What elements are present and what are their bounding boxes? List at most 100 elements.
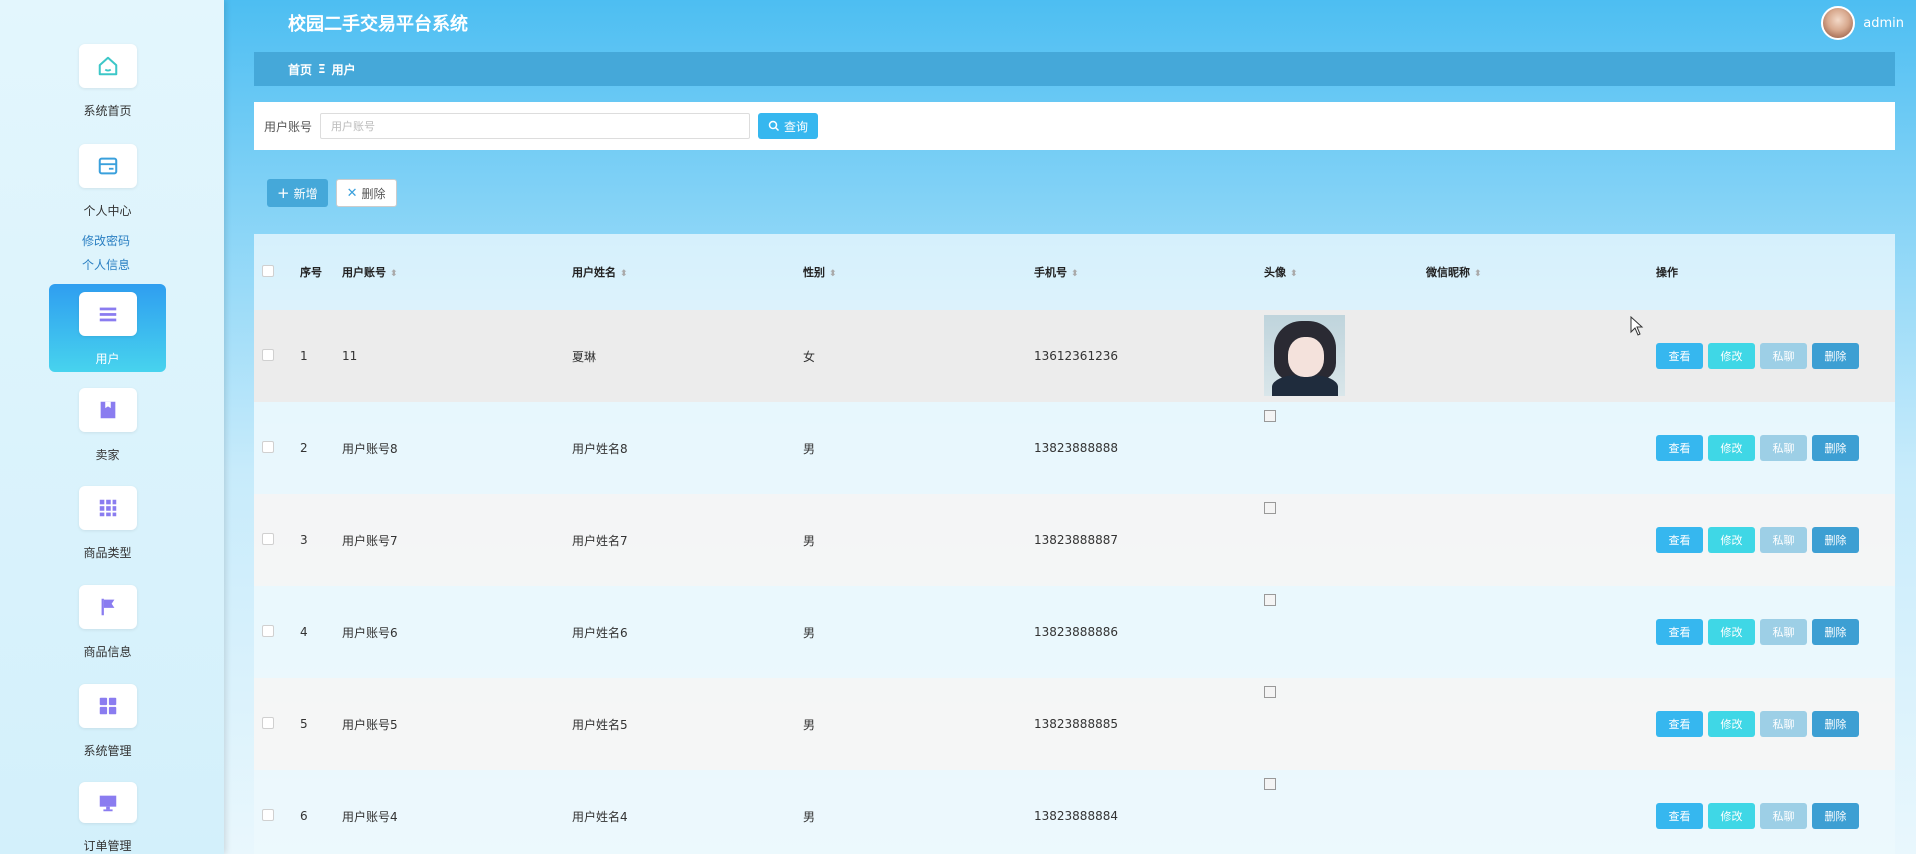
chat-button[interactable]: 私聊 xyxy=(1760,343,1807,369)
chat-button[interactable]: 私聊 xyxy=(1760,527,1807,553)
chat-button[interactable]: 私聊 xyxy=(1760,711,1807,737)
list-icon xyxy=(78,292,137,336)
delete-button[interactable]: 删除 xyxy=(1812,343,1859,369)
close-icon: ✕ xyxy=(346,185,358,201)
app-title: 校园二手交易平台系统 xyxy=(288,14,468,35)
delete-button[interactable]: 删除 xyxy=(1812,527,1859,553)
row-index: 2 xyxy=(300,441,308,455)
edit-button[interactable]: 修改 xyxy=(1708,343,1755,369)
sort-icon: ⬍ xyxy=(620,269,628,279)
delete-button[interactable]: 删除 xyxy=(1812,435,1859,461)
row-account: 11 xyxy=(342,349,358,363)
search-button[interactable]: 查询 xyxy=(758,113,819,139)
add-button[interactable]: + 新增 xyxy=(267,179,328,207)
chat-button[interactable]: 私聊 xyxy=(1760,803,1807,829)
edit-button[interactable]: 修改 xyxy=(1708,619,1755,645)
delete-button[interactable]: 删除 xyxy=(1812,619,1859,645)
search-button-label: 查询 xyxy=(784,119,809,134)
row-phone: 13823888887 xyxy=(1034,533,1118,547)
row-actions: 查看 修改 私聊 删除 xyxy=(1656,435,1859,461)
row-checkbox[interactable] xyxy=(262,348,274,364)
sidebar-item-seller[interactable]: 卖家 xyxy=(49,380,166,470)
user-avatar-image xyxy=(1264,315,1345,396)
row-actions: 查看 修改 私聊 删除 xyxy=(1656,527,1859,553)
column-header-avatar[interactable]: 头像 ⬍ xyxy=(1264,264,1298,280)
row-checkbox[interactable] xyxy=(262,532,274,548)
table-row: 4 用户账号6 用户姓名6 男 13823888886 查看 修改 私聊 删除 xyxy=(254,586,1895,678)
view-button[interactable]: 查看 xyxy=(1656,343,1703,369)
broken-image-icon xyxy=(1264,686,1276,698)
row-gender: 男 xyxy=(803,441,816,456)
table-row: 3 用户账号7 用户姓名7 男 13823888887 查看 修改 私聊 删除 xyxy=(254,494,1895,586)
column-header-phone[interactable]: 手机号 ⬍ xyxy=(1034,264,1079,280)
sidebar-item-label: 系统首页 xyxy=(83,104,132,118)
row-account: 用户账号5 xyxy=(342,717,398,732)
row-gender: 男 xyxy=(803,625,816,640)
search-input[interactable] xyxy=(320,113,751,139)
chat-button[interactable]: 私聊 xyxy=(1760,435,1807,461)
avatar[interactable] xyxy=(1821,6,1856,40)
wallet-icon xyxy=(78,144,137,188)
row-index: 4 xyxy=(300,625,308,639)
view-button[interactable]: 查看 xyxy=(1656,619,1703,645)
delete-button[interactable]: 删除 xyxy=(1812,803,1859,829)
column-header-wechat[interactable]: 微信昵称 ⬍ xyxy=(1426,264,1482,280)
row-gender: 男 xyxy=(803,717,816,732)
user-menu[interactable]: admin xyxy=(1821,6,1904,40)
delete-button-label: 删除 xyxy=(361,186,386,201)
row-account: 用户账号6 xyxy=(342,625,398,640)
sidebar-subitem-personal-info[interactable]: 个人信息 xyxy=(82,256,130,273)
edit-button[interactable]: 修改 xyxy=(1708,527,1755,553)
broken-image-icon xyxy=(1264,594,1276,606)
breadcrumb-home[interactable]: 首页 xyxy=(288,61,312,78)
search-panel: 用户账号 查询 xyxy=(254,102,1895,150)
edit-button[interactable]: 修改 xyxy=(1708,803,1755,829)
flag-icon xyxy=(78,585,137,629)
select-all-checkbox[interactable] xyxy=(262,264,274,280)
view-button[interactable]: 查看 xyxy=(1656,803,1703,829)
sidebar-item-label: 卖家 xyxy=(95,448,120,462)
column-header-gender[interactable]: 性别 ⬍ xyxy=(803,264,837,280)
row-name: 用户姓名8 xyxy=(572,441,628,456)
sidebar-item-system-management[interactable]: 系统管理 xyxy=(49,676,166,766)
row-checkbox[interactable] xyxy=(262,624,274,640)
edit-button[interactable]: 修改 xyxy=(1708,711,1755,737)
row-phone: 13612361236 xyxy=(1034,349,1118,363)
sidebar: 系统首页 个人中心 修改密码 个人信息 用户 卖家 商品类型 商品信息 系统管理… xyxy=(0,0,224,854)
sidebar-item-home[interactable]: 系统首页 xyxy=(49,36,166,126)
mouse-cursor-icon xyxy=(1630,316,1644,336)
table-body: 1 11 夏琳 女 13612361236 查看 修改 私聊 删除 2 用户账号… xyxy=(254,310,1895,854)
column-header-actions: 操作 xyxy=(1656,266,1678,279)
row-account: 用户账号4 xyxy=(342,809,398,824)
row-account: 用户账号8 xyxy=(342,441,398,456)
sidebar-item-personal-center[interactable]: 个人中心 xyxy=(49,136,166,226)
chat-button[interactable]: 私聊 xyxy=(1760,619,1807,645)
apps-icon xyxy=(78,684,137,728)
row-checkbox[interactable] xyxy=(262,808,274,824)
edit-button[interactable]: 修改 xyxy=(1708,435,1755,461)
column-header-index: 序号 xyxy=(300,266,322,279)
sidebar-item-label: 系统管理 xyxy=(83,744,132,758)
row-checkbox[interactable] xyxy=(262,716,274,732)
row-account: 用户账号7 xyxy=(342,533,398,548)
view-button[interactable]: 查看 xyxy=(1656,435,1703,461)
sidebar-item-product-info[interactable]: 商品信息 xyxy=(49,577,166,667)
row-index: 6 xyxy=(300,809,308,823)
row-checkbox[interactable] xyxy=(262,440,274,456)
sort-icon: ⬍ xyxy=(390,269,398,279)
sidebar-item-product-type[interactable]: 商品类型 xyxy=(49,478,166,568)
row-actions: 查看 修改 私聊 删除 xyxy=(1656,619,1859,645)
sidebar-item-order-management[interactable]: 订单管理 xyxy=(49,774,166,854)
row-name: 用户姓名5 xyxy=(572,717,628,732)
column-header-name[interactable]: 用户姓名 ⬍ xyxy=(572,264,628,280)
sidebar-subitem-change-password[interactable]: 修改密码 xyxy=(82,232,130,249)
sidebar-item-users[interactable]: 用户 xyxy=(49,284,166,372)
row-name: 用户姓名7 xyxy=(572,533,628,548)
column-header-account[interactable]: 用户账号 ⬍ xyxy=(342,264,398,280)
sort-icon: ⬍ xyxy=(1071,269,1079,279)
table-row: 2 用户账号8 用户姓名8 男 13823888888 查看 修改 私聊 删除 xyxy=(254,402,1895,494)
delete-button[interactable]: 删除 xyxy=(1812,711,1859,737)
view-button[interactable]: 查看 xyxy=(1656,711,1703,737)
batch-delete-button[interactable]: ✕ 删除 xyxy=(335,179,397,207)
view-button[interactable]: 查看 xyxy=(1656,527,1703,553)
